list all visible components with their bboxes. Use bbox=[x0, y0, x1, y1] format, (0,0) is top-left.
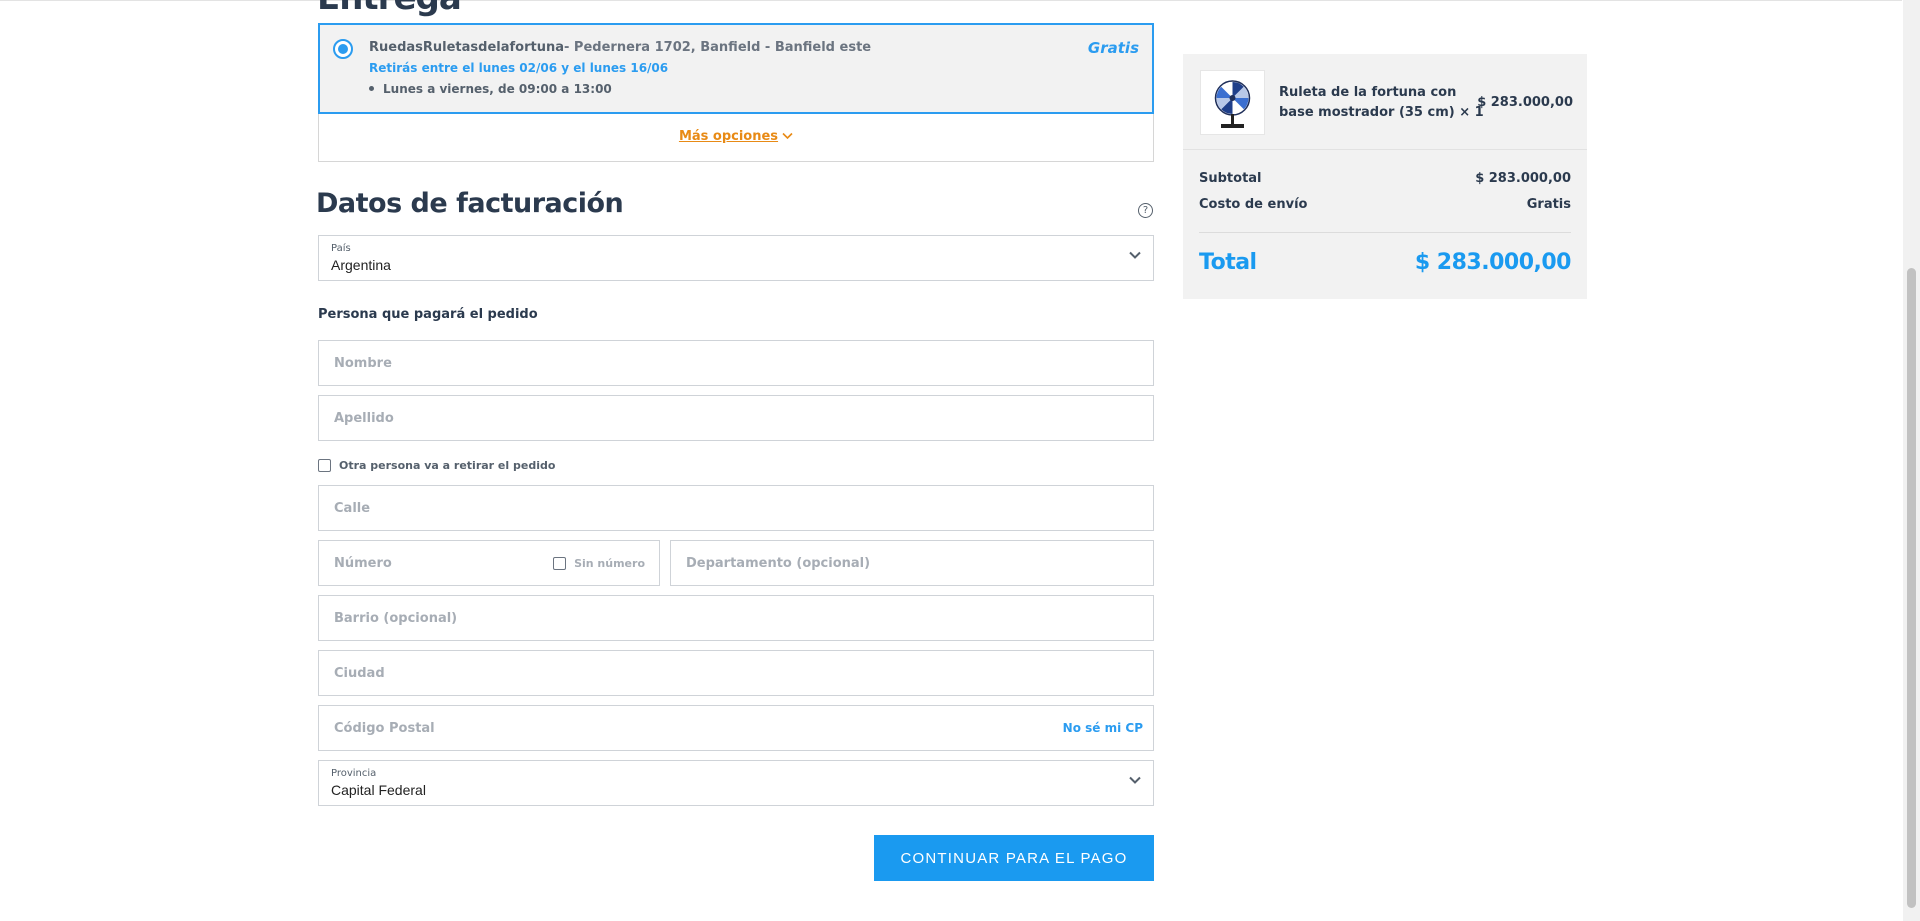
chevron-down-icon bbox=[782, 129, 793, 144]
total-label: Total bbox=[1199, 250, 1257, 275]
help-icon[interactable]: ? bbox=[1138, 203, 1153, 218]
province-select[interactable]: Provincia Capital Federal bbox=[318, 760, 1154, 806]
sin-numero-option[interactable]: Sin número bbox=[553, 557, 645, 570]
product-price: $ 283.000,00 bbox=[1477, 95, 1573, 110]
store-address: - Pedernera 1702, Banfield - Banfield es… bbox=[564, 40, 872, 55]
ciudad-field-wrapper bbox=[318, 650, 1154, 696]
subtotal-label: Subtotal bbox=[1199, 171, 1262, 186]
shipping-cost-label: Costo de envío bbox=[1199, 197, 1308, 212]
continue-to-payment-button[interactable]: CONTINUAR PARA EL PAGO bbox=[874, 835, 1154, 881]
shipping-store-line: RuedasRuletasdelafortuna- Pedernera 1702… bbox=[369, 40, 871, 55]
billing-title: Datos de facturación bbox=[316, 188, 624, 219]
other-person-label: Otra persona va a retirar el pedido bbox=[339, 459, 556, 472]
bullet-icon bbox=[369, 86, 374, 91]
country-select[interactable]: País Argentina bbox=[318, 235, 1154, 281]
page-scrollbar[interactable] bbox=[1903, 0, 1920, 921]
departamento-input[interactable] bbox=[671, 541, 1153, 585]
summary-divider bbox=[1199, 232, 1571, 233]
radio-selected-icon[interactable] bbox=[333, 39, 353, 59]
chevron-down-icon bbox=[1129, 776, 1141, 784]
nombre-field-wrapper bbox=[318, 340, 1154, 386]
order-summary: Ruleta de la fortuna con base mostrador … bbox=[1183, 54, 1587, 299]
total-row: Total $ 283.000,00 bbox=[1199, 250, 1572, 275]
chevron-down-icon bbox=[1129, 251, 1141, 259]
country-value: Argentina bbox=[331, 257, 391, 273]
country-label: País bbox=[331, 243, 351, 254]
calle-field-wrapper bbox=[318, 485, 1154, 531]
more-options-row: Más opciones bbox=[318, 114, 1154, 162]
shipping-option-card[interactable]: RuedasRuletasdelafortuna- Pedernera 1702… bbox=[318, 23, 1154, 114]
summary-item: Ruleta de la fortuna con base mostrador … bbox=[1183, 54, 1587, 150]
other-person-row[interactable]: Otra persona va a retirar el pedido bbox=[318, 459, 555, 472]
other-person-checkbox[interactable] bbox=[318, 459, 331, 472]
payer-label: Persona que pagará el pedido bbox=[318, 307, 538, 322]
section-title-entrega: Entrega bbox=[317, 0, 462, 18]
subtotal-value: $ 283.000,00 bbox=[1475, 171, 1571, 186]
barrio-input[interactable] bbox=[319, 596, 1153, 640]
pickup-hours: Lunes a viernes, de 09:00 a 13:00 bbox=[369, 82, 612, 96]
nombre-input[interactable] bbox=[319, 341, 1153, 385]
calle-input[interactable] bbox=[319, 486, 1153, 530]
shipping-price: Gratis bbox=[1087, 39, 1139, 57]
total-value: $ 283.000,00 bbox=[1414, 250, 1572, 275]
sin-numero-label: Sin número bbox=[574, 557, 645, 570]
codigo-postal-field-wrapper: No sé mi CP bbox=[318, 705, 1154, 751]
pickup-window: Retirás entre el lunes 02/06 y el lunes … bbox=[369, 61, 669, 75]
apellido-field-wrapper bbox=[318, 395, 1154, 441]
store-name: RuedasRuletasdelafortuna bbox=[369, 40, 565, 55]
departamento-field-wrapper bbox=[670, 540, 1154, 586]
province-label: Provincia bbox=[331, 768, 377, 779]
more-options-link[interactable]: Más opciones bbox=[679, 129, 793, 144]
product-thumbnail bbox=[1200, 70, 1265, 135]
province-value: Capital Federal bbox=[331, 782, 426, 798]
subtotal-row: Subtotal $ 283.000,00 bbox=[1199, 171, 1571, 186]
numero-field-wrapper: Sin número bbox=[318, 540, 660, 586]
ciudad-input[interactable] bbox=[319, 651, 1153, 695]
apellido-input[interactable] bbox=[319, 396, 1153, 440]
sin-numero-checkbox[interactable] bbox=[553, 557, 567, 570]
product-name: Ruleta de la fortuna con base mostrador … bbox=[1279, 85, 1484, 120]
shipping-cost-row: Costo de envío Gratis bbox=[1199, 197, 1571, 212]
no-se-mi-cp-link[interactable]: No sé mi CP bbox=[1063, 721, 1143, 735]
top-divider bbox=[0, 0, 1902, 1]
codigo-postal-input[interactable] bbox=[319, 706, 1153, 750]
scrollbar-thumb[interactable] bbox=[1907, 268, 1916, 908]
barrio-field-wrapper bbox=[318, 595, 1154, 641]
shipping-cost-value: Gratis bbox=[1526, 197, 1571, 212]
